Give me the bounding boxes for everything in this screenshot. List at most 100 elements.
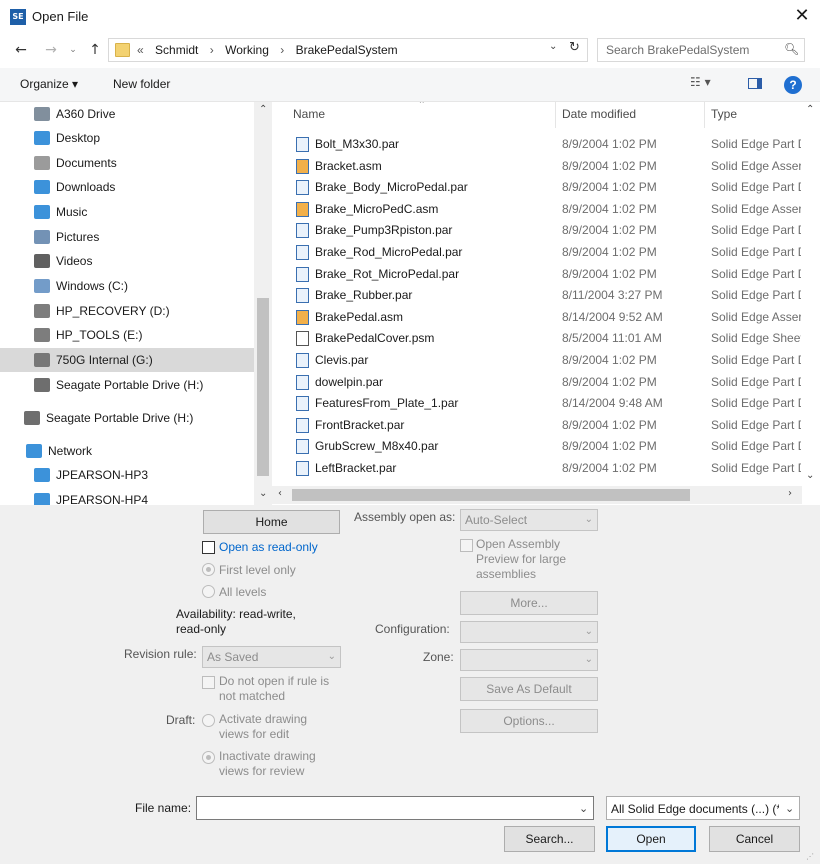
view-options-icon[interactable]: ☷ ▾	[690, 75, 722, 89]
column-header-name[interactable]: Name	[293, 107, 325, 121]
all-levels-radio[interactable]	[202, 585, 215, 598]
assembly-file-icon	[296, 309, 309, 325]
column-header-date[interactable]: Date modified	[562, 107, 636, 121]
file-row[interactable]: FeaturesFrom_Plate_1.par 8/14/2004 9:48 A…	[272, 392, 802, 414]
file-name: Brake_MicroPedC.asm	[315, 201, 439, 216]
file-row[interactable]: Bracket.asm 8/9/2004 1:02 PM Solid Edge As…	[272, 155, 802, 177]
first-level-radio[interactable]	[202, 563, 215, 576]
file-list[interactable]: ⌃ Name Date modified Type Bolt_M3x30.par…	[272, 102, 820, 505]
nav-item[interactable]: Seagate Portable Drive (H:)	[0, 373, 254, 397]
options-button[interactable]: Options...	[460, 709, 598, 733]
file-row[interactable]: BrakePedalCover.psm 8/5/2004 11:01 AM Soli…	[272, 327, 802, 349]
breadcrumb-separator[interactable]: ›	[210, 43, 214, 57]
nav-item[interactable]: Music	[0, 200, 254, 224]
breadcrumb-overflow[interactable]: «	[137, 43, 144, 57]
file-row[interactable]: Clevis.par 8/9/2004 1:02 PM Solid Edge Par…	[272, 349, 802, 371]
search-icon[interactable]: 🔍︎	[784, 42, 799, 56]
column-divider[interactable]	[704, 102, 705, 128]
nav-item[interactable]: JPEARSON-HP4	[0, 488, 254, 505]
address-bar[interactable]: « Schmidt › Working › BrakePedalSystem ⌄…	[108, 38, 588, 62]
nav-scrollbar[interactable]: ⌃ ⌄	[254, 102, 272, 505]
nav-item[interactable]: 750G Internal (G:)	[0, 348, 254, 372]
breadcrumb-working[interactable]: Working	[225, 43, 269, 57]
scroll-left-icon[interactable]: ‹	[278, 488, 282, 499]
open-button[interactable]: Open	[606, 826, 696, 852]
scroll-right-icon[interactable]: ›	[788, 488, 792, 499]
nav-scroll-thumb[interactable]	[257, 298, 269, 476]
revision-rule-select[interactable]: As Saved ⌄	[202, 646, 341, 668]
preview-pane-icon[interactable]	[748, 78, 762, 89]
more-button[interactable]: More...	[460, 591, 598, 615]
organize-button[interactable]: Organize ▾	[20, 77, 78, 91]
address-dropdown-icon[interactable]: ⌄	[549, 41, 565, 52]
file-row[interactable]: Brake_Rod_MicroPedal.par 8/9/2004 1:02 PM…	[272, 241, 802, 263]
file-row[interactable]: dowelpin.par 8/9/2004 1:02 PM Solid Edge P…	[272, 371, 802, 393]
home-button[interactable]: Home	[203, 510, 340, 534]
nav-item[interactable]: JPEARSON-HP3	[0, 463, 254, 487]
column-divider[interactable]	[555, 102, 556, 128]
up-arrow-icon[interactable]: ↑	[84, 39, 106, 61]
file-type-select[interactable]: All Solid Edge documents (...) (* ⌄	[606, 796, 800, 820]
new-folder-button[interactable]: New folder	[113, 77, 170, 91]
search-input[interactable]: Search BrakePedalSystem 🔍︎	[597, 38, 805, 62]
file-row[interactable]: Bolt_M3x30.par 8/9/2004 1:02 PM Solid Edge…	[272, 133, 802, 155]
scroll-up-icon[interactable]: ⌃	[806, 104, 814, 115]
recent-dropdown-icon[interactable]: ⌄	[62, 39, 84, 61]
cancel-button[interactable]: Cancel	[709, 826, 800, 852]
nav-item[interactable]: Downloads	[0, 175, 254, 199]
zone-select[interactable]: ⌄	[460, 649, 598, 671]
nav-item[interactable]: HP_TOOLS (E:)	[0, 323, 254, 347]
open-assembly-preview-checkbox[interactable]	[460, 539, 473, 552]
breadcrumb-schmidt[interactable]: Schmidt	[155, 43, 198, 57]
scroll-up-icon[interactable]: ⌃	[259, 104, 267, 115]
file-row[interactable]: FrontBracket.par 8/9/2004 1:02 PM Solid Ed…	[272, 414, 802, 436]
file-row[interactable]: BrakePedal.asm 8/14/2004 9:52 AM Solid Edg…	[272, 306, 802, 328]
file-row[interactable]: GrubScrew_M8x40.par 8/9/2004 1:02 PM Solid…	[272, 435, 802, 457]
nav-item[interactable]: Videos	[0, 249, 254, 273]
documents-icon	[34, 156, 50, 170]
file-row[interactable]: LeftBracket.par 8/9/2004 1:02 PM Solid Edg…	[272, 457, 802, 479]
nav-item[interactable]: Windows (C:)	[0, 274, 254, 298]
file-date: 8/9/2004 1:02 PM	[562, 266, 657, 281]
help-icon[interactable]: ?	[784, 76, 802, 94]
file-row[interactable]: Brake_MicroPedC.asm 8/9/2004 1:02 PM Solid…	[272, 198, 802, 220]
file-row[interactable]: Brake_Body_MicroPedal.par 8/9/2004 1:02 P…	[272, 176, 802, 198]
scroll-down-icon[interactable]: ⌄	[259, 488, 267, 499]
file-row[interactable]: Brake_Pump3Rpiston.par 8/9/2004 1:02 PM So…	[272, 219, 802, 241]
file-type: Solid Edge Part D	[711, 374, 801, 389]
activate-drawing-radio[interactable]	[202, 714, 215, 727]
file-name: LeftBracket.par	[315, 461, 397, 475]
nav-item[interactable]: Network	[0, 439, 254, 463]
save-as-default-button[interactable]: Save As Default	[460, 677, 598, 701]
list-vertical-scrollbar[interactable]: ⌃ ⌄	[802, 102, 820, 486]
inactivate-drawing-radio[interactable]	[202, 751, 215, 764]
search-button[interactable]: Search...	[504, 826, 595, 852]
scroll-down-icon[interactable]: ⌄	[806, 470, 814, 481]
nav-item[interactable]: HP_RECOVERY (D:)	[0, 299, 254, 323]
column-header-type[interactable]: Type	[711, 107, 737, 121]
breadcrumb-brakepedalsystem[interactable]: BrakePedalSystem	[296, 43, 398, 57]
no-open-checkbox[interactable]	[202, 676, 215, 689]
navigation-pane[interactable]: A360 Drive Desktop Documents Downloads Music…	[0, 102, 272, 505]
horizontal-scroll-thumb[interactable]	[292, 489, 690, 501]
nav-item[interactable]: Documents	[0, 151, 254, 175]
file-row[interactable]: Brake_Rubber.par 8/11/2004 3:27 PM Solid E…	[272, 284, 802, 306]
back-arrow-icon[interactable]: ←	[10, 39, 32, 61]
read-only-label[interactable]: Open as read-only	[219, 540, 318, 554]
assembly-open-as-select[interactable]: Auto-Select ⌄	[460, 509, 598, 531]
resize-grip-icon[interactable]: ⋰	[806, 852, 814, 861]
file-row[interactable]: Brake_Rot_MicroPedal.par 8/9/2004 1:02 PM…	[272, 263, 802, 285]
forward-arrow-icon[interactable]: →	[40, 39, 62, 61]
nav-item[interactable]: Pictures	[0, 225, 254, 249]
chevron-down-icon[interactable]: ⌄	[579, 802, 588, 815]
close-button[interactable]: ✕	[790, 4, 814, 28]
configuration-select[interactable]: ⌄	[460, 621, 598, 643]
refresh-icon[interactable]: ↻	[569, 40, 587, 55]
nav-item[interactable]: Desktop	[0, 126, 254, 150]
file-name-input[interactable]: ⌄	[196, 796, 594, 820]
nav-item[interactable]: A360 Drive	[0, 102, 254, 126]
breadcrumb-separator[interactable]: ›	[280, 43, 284, 57]
read-only-checkbox[interactable]	[202, 541, 215, 554]
nav-item[interactable]: Seagate Portable Drive (H:)	[0, 406, 254, 430]
list-horizontal-scrollbar[interactable]: ‹ ›	[272, 486, 802, 504]
